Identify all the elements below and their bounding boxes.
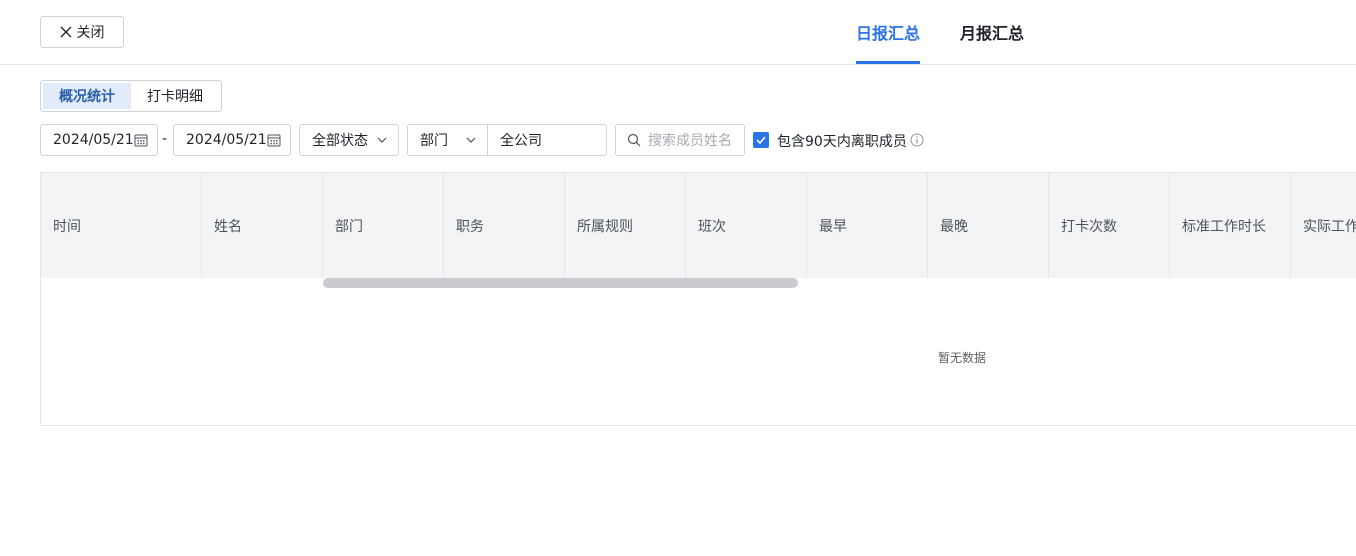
check-icon (756, 136, 766, 144)
column-header: 最早 (807, 173, 928, 278)
column-header: 打卡次数 (1049, 173, 1170, 278)
date-separator: - (162, 131, 168, 147)
table-header: 时间 姓名 部门 职务 所属规则 班次 最早 最晚 打卡次数 标准工作时长 实际… (41, 173, 1356, 278)
column-header: 时间 (41, 173, 202, 278)
column-header: 班次 (686, 173, 807, 278)
member-search-input[interactable]: 搜索成员姓名 (615, 124, 745, 156)
column-header: 所属规则 (565, 173, 686, 278)
column-header: 最晚 (928, 173, 1049, 278)
tab-daily-summary[interactable]: 日报汇总 (856, 20, 920, 44)
department-filter[interactable]: 部门 全公司 (407, 124, 607, 156)
close-button[interactable]: 关闭 (40, 16, 124, 48)
start-date-value: 2024/05/21 (53, 132, 134, 148)
calendar-icon (134, 134, 148, 147)
status-select[interactable]: 全部状态 (299, 124, 399, 156)
column-header: 实际工作时长 (1291, 173, 1356, 278)
column-header: 部门 (323, 173, 444, 278)
segment-overview[interactable]: 概况统计 (43, 83, 131, 109)
chevron-down-icon (377, 137, 387, 143)
status-value: 全部状态 (312, 133, 368, 149)
search-placeholder: 搜索成员姓名 (648, 133, 732, 149)
column-header: 姓名 (202, 173, 323, 278)
divider (487, 125, 488, 155)
start-date-picker[interactable]: 2024/05/21 (40, 124, 158, 156)
attendance-table: 时间 姓名 部门 职务 所属规则 班次 最早 最晚 打卡次数 标准工作时长 实际… (40, 172, 1356, 426)
active-tab-indicator (856, 61, 920, 64)
close-label: 关闭 (76, 25, 105, 41)
info-icon[interactable] (910, 133, 924, 147)
column-header: 标准工作时长 (1170, 173, 1291, 278)
segment-punch-detail[interactable]: 打卡明细 (131, 83, 219, 109)
dept-value[interactable]: 全公司 (500, 130, 542, 150)
tab-monthly-summary[interactable]: 月报汇总 (960, 20, 1024, 44)
search-icon (627, 133, 641, 147)
dept-type-value[interactable]: 部门 (420, 130, 448, 150)
end-date-value: 2024/05/21 (186, 132, 267, 148)
empty-state-text: 暂无数据 (937, 351, 986, 365)
chevron-down-icon (466, 137, 476, 143)
close-icon (60, 26, 71, 38)
include-left-members-checkbox[interactable] (753, 132, 769, 148)
end-date-picker[interactable]: 2024/05/21 (173, 124, 291, 156)
column-header: 职务 (444, 173, 565, 278)
include-left-members-label[interactable]: 包含90天内离职成员 (777, 131, 907, 151)
top-bar: 关闭 日报汇总 月报汇总 (0, 0, 1356, 65)
calendar-icon (267, 134, 281, 147)
view-switch: 概况统计 打卡明细 (40, 80, 222, 112)
horizontal-scrollbar[interactable] (323, 278, 798, 288)
